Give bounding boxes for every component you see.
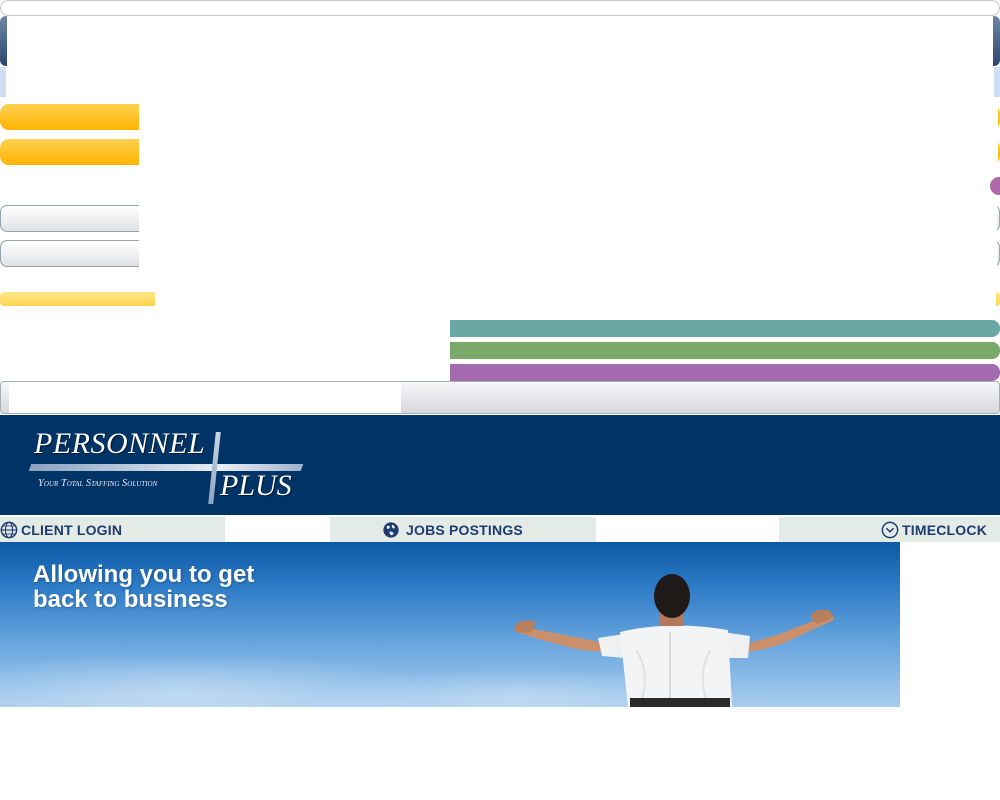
decor-bar-green	[450, 342, 1000, 359]
hero-banner: Allowing you to get back to business	[0, 542, 900, 707]
decor-bar-purple	[990, 177, 1000, 195]
decor-bar-gray	[0, 240, 1000, 267]
nav-jobs-postings-label: JOBS POSTINGS	[406, 521, 523, 538]
hero-headline-line1: Allowing you to get	[33, 561, 255, 588]
decor-bar-yellow	[0, 292, 1000, 306]
logo-word-primary: PERSONNEL	[34, 427, 206, 460]
decor-bar-gray	[0, 205, 1000, 232]
site-header: PERSONNEL Your Total Staffing Solution P…	[0, 415, 1000, 515]
nav-jobs-postings[interactable]: JOBS POSTINGS	[330, 517, 596, 542]
decor-bar-lightblue	[0, 67, 1000, 97]
logo-tagline: Your Total Staffing Solution	[38, 478, 158, 489]
decor-bar-navy	[0, 16, 1000, 66]
decor-bar-silver	[0, 381, 1000, 414]
main-nav: CLIENT LOGIN JOBS POSTINGS TIMECLOCK	[0, 515, 1000, 542]
logo-word-secondary: PLUS	[220, 469, 292, 502]
decor-bar-orange	[0, 104, 1000, 130]
globe-icon	[0, 521, 18, 538]
clock-icon	[881, 521, 899, 538]
decor-bar-teal	[450, 320, 1000, 337]
nav-client-login-label: CLIENT LOGIN	[21, 521, 123, 538]
decor-bar-orange	[0, 139, 1000, 165]
hero-man-arms-outstretched-image	[514, 574, 834, 707]
hero-headline: Allowing you to get back to business	[33, 562, 373, 612]
nav-timeclock[interactable]: TIMECLOCK	[779, 517, 1000, 542]
nav-client-login[interactable]: CLIENT LOGIN	[0, 517, 225, 542]
hero-headline-line2: back to business	[33, 586, 228, 613]
nav-timeclock-label: TIMECLOCK	[902, 521, 988, 538]
decor-bar-violet	[450, 364, 1000, 381]
site-logo[interactable]: PERSONNEL Your Total Staffing Solution P…	[28, 427, 310, 507]
world-icon	[383, 521, 399, 538]
decor-bar-white	[0, 0, 1000, 16]
